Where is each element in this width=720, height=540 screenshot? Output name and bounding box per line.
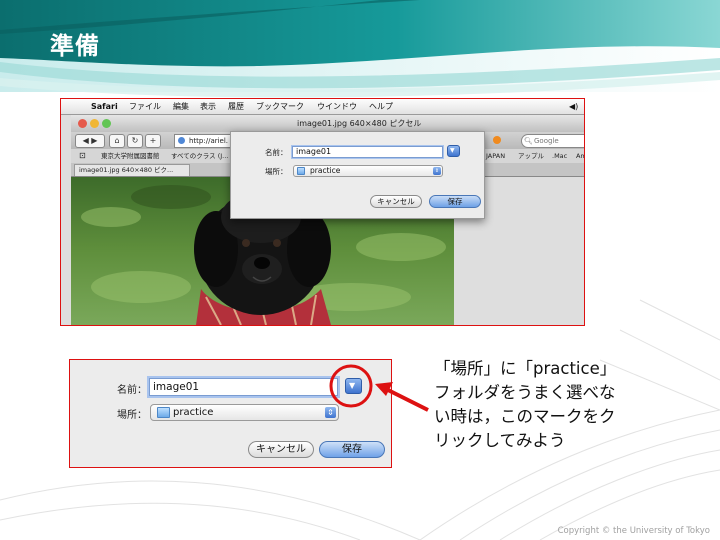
callout-annotation (329, 364, 429, 412)
highlight-circle (329, 364, 373, 408)
callout-arrow (385, 387, 429, 412)
copyright-footer: Copyright © the University of Tokyo (557, 526, 710, 536)
instruction-note: 「場所」に「practice」 フォルダをうまく選べな い時は，このマークをク … (434, 359, 617, 450)
